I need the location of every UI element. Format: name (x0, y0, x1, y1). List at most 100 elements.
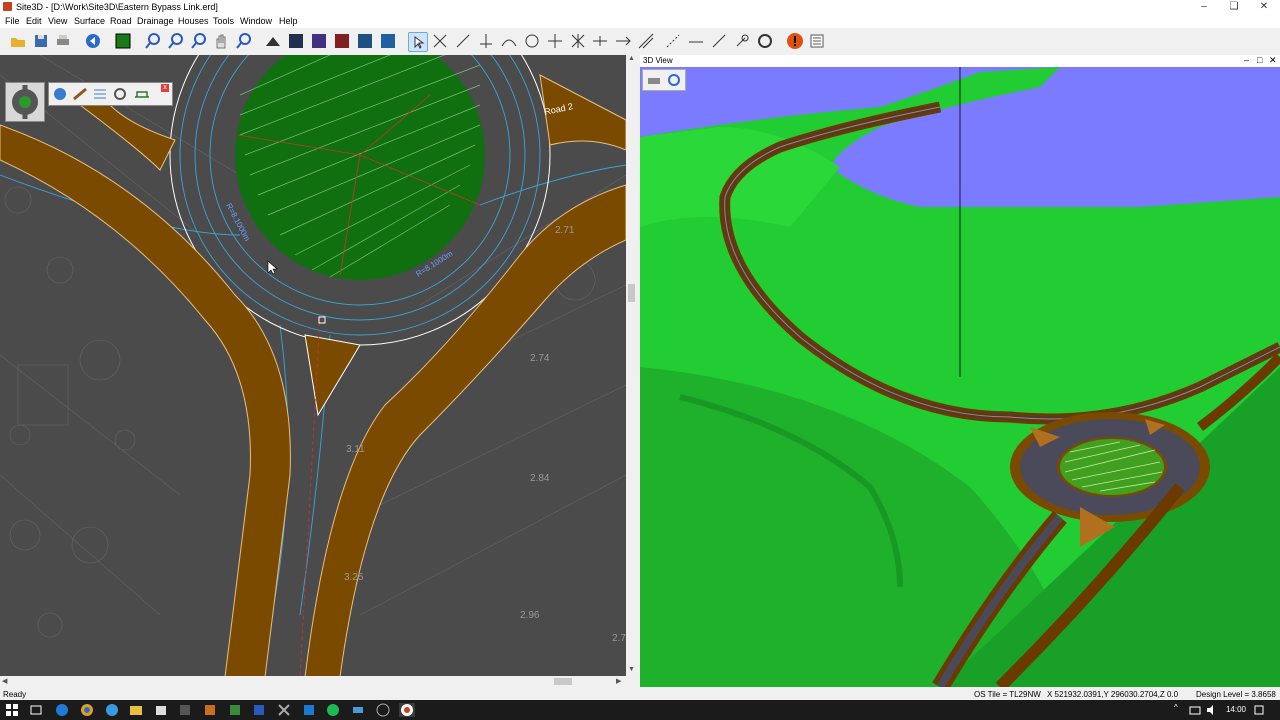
app-icon-8[interactable] (376, 703, 390, 717)
move-tool-icon[interactable] (546, 32, 564, 50)
menu-bar: File Edit View Surface Road Drainage Hou… (0, 14, 1280, 28)
plan-view[interactable]: Road 2 R=8.1000m R=8.1000m 2.71 2.74 2.8… (0, 55, 626, 677)
edge-icon[interactable] (55, 703, 69, 717)
site3d-task-icon[interactable] (399, 703, 415, 717)
app-icon-7[interactable] (351, 703, 365, 717)
render-3-icon[interactable] (333, 32, 351, 50)
palette-bridge-icon[interactable] (133, 85, 151, 103)
zoom-out-icon[interactable] (167, 32, 185, 50)
zoom-extents-icon[interactable] (190, 32, 208, 50)
app-icon-1[interactable] (178, 703, 192, 717)
view-3d[interactable] (640, 67, 1280, 687)
warning-icon[interactable] (786, 32, 804, 50)
dimension-tool-icon[interactable] (687, 32, 705, 50)
spotify-icon[interactable] (326, 703, 340, 717)
menu-help[interactable]: Help (279, 16, 298, 26)
app-icon-2[interactable] (203, 703, 217, 717)
line-tool-icon[interactable] (431, 32, 449, 50)
tray-network-icon[interactable] (1188, 703, 1202, 717)
zoom-window-icon[interactable] (235, 32, 253, 50)
render-5-icon[interactable] (379, 32, 397, 50)
app-icon (3, 2, 12, 11)
vertical-scroll-thumb[interactable] (628, 284, 635, 302)
circle-tool-icon[interactable] (523, 32, 541, 50)
offset-tool-icon[interactable] (591, 32, 609, 50)
view-3d-restore-button[interactable]: □ (1257, 55, 1262, 65)
extend-tool-icon[interactable] (614, 32, 632, 50)
taskbar-clock: 14:00 (1225, 705, 1246, 714)
scroll-right-icon[interactable]: ▶ (616, 677, 621, 685)
measure-tool-icon[interactable] (710, 32, 728, 50)
view-3d-print-icon[interactable] (645, 71, 663, 89)
menu-view[interactable]: View (48, 16, 67, 26)
tray-chevron-icon[interactable]: ^ (1174, 703, 1188, 717)
file-explorer-icon[interactable] (129, 703, 143, 717)
palette-section-icon[interactable] (91, 85, 109, 103)
minimize-button[interactable]: – (1189, 0, 1219, 14)
chrome-icon[interactable] (80, 703, 94, 717)
app-icon-6[interactable] (302, 703, 316, 717)
scroll-left-icon[interactable]: ◀ (2, 677, 7, 685)
render-icon[interactable] (287, 32, 305, 50)
app-icon-4[interactable] (252, 703, 266, 717)
arc-tool-icon[interactable] (500, 32, 518, 50)
pan-hand-icon[interactable] (212, 32, 230, 50)
surface-icon[interactable] (114, 32, 132, 50)
back-icon[interactable] (84, 32, 102, 50)
close-button[interactable]: ✕ (1249, 0, 1279, 14)
trim-tool-icon[interactable] (664, 32, 682, 50)
menu-edit[interactable]: Edit (26, 16, 42, 26)
menu-tools[interactable]: Tools (213, 16, 234, 26)
view-3d-scene (640, 67, 1280, 687)
window-title: Site3D - [D:\Work\Site3D\Eastern Bypass … (16, 2, 218, 12)
scroll-down-icon[interactable]: ▼ (628, 666, 635, 673)
maximize-button[interactable]: ❏ (1219, 0, 1249, 14)
app-icon-5[interactable] (277, 703, 291, 717)
ie-icon[interactable] (105, 703, 119, 717)
view-3d-orbit-icon[interactable] (665, 71, 683, 89)
query-tool-icon[interactable] (733, 32, 751, 50)
app-icon-3[interactable] (228, 703, 242, 717)
horizontal-scrollbar[interactable]: ◀ ▶ (0, 676, 626, 687)
plan-drawing: Road 2 R=8.1000m R=8.1000m 2.71 2.74 2.8… (0, 55, 626, 677)
list-icon[interactable] (808, 32, 826, 50)
palette-road-icon[interactable] (51, 85, 69, 103)
menu-drainage[interactable]: Drainage (137, 16, 174, 26)
intersect-tool-icon[interactable] (477, 32, 495, 50)
select-pointer-icon[interactable] (408, 32, 428, 52)
start-button[interactable] (5, 703, 19, 717)
main-toolbar (0, 29, 1280, 54)
refresh-icon[interactable] (756, 32, 774, 50)
polyline-tool-icon[interactable] (454, 32, 472, 50)
task-view-icon[interactable] (29, 703, 43, 717)
snap-tool-icon[interactable] (569, 32, 587, 50)
save-icon[interactable] (32, 32, 50, 50)
status-bar: Ready OS Tile = TL29NW X 521932.0391,Y 2… (0, 688, 1280, 700)
print-icon[interactable] (54, 32, 72, 50)
palette-target-icon[interactable] (111, 85, 129, 103)
notifications-icon[interactable] (1252, 703, 1266, 717)
palette-close-button[interactable]: x (161, 84, 169, 92)
view-3d-minimize-button[interactable]: – (1244, 55, 1249, 65)
vertical-scrollbar[interactable]: ▲ ▼ (626, 55, 637, 677)
menu-window[interactable]: Window (240, 16, 272, 26)
view-3d-close-button[interactable]: ✕ (1269, 55, 1277, 66)
store-icon[interactable] (154, 703, 168, 717)
render-2-icon[interactable] (310, 32, 328, 50)
palette-kerb-icon[interactable] (71, 85, 89, 103)
hatch-tool-icon[interactable] (637, 32, 655, 50)
menu-houses[interactable]: Houses (178, 16, 209, 26)
tray-volume-icon[interactable] (1204, 703, 1218, 717)
scroll-up-icon[interactable]: ▲ (628, 55, 635, 62)
render-4-icon[interactable] (356, 32, 374, 50)
menu-road[interactable]: Road (110, 16, 132, 26)
menu-surface[interactable]: Surface (74, 16, 105, 26)
roundabout-mode-icon[interactable] (5, 82, 45, 122)
open-icon[interactable] (9, 32, 27, 50)
menu-file[interactable]: File (5, 16, 20, 26)
horizontal-scroll-thumb[interactable] (554, 678, 572, 685)
zoom-in-icon[interactable] (144, 32, 162, 50)
view-3d-icon[interactable] (264, 32, 282, 50)
status-os-tile: OS Tile = TL29NW (974, 690, 1041, 699)
level-label: 3.25 (344, 572, 364, 583)
